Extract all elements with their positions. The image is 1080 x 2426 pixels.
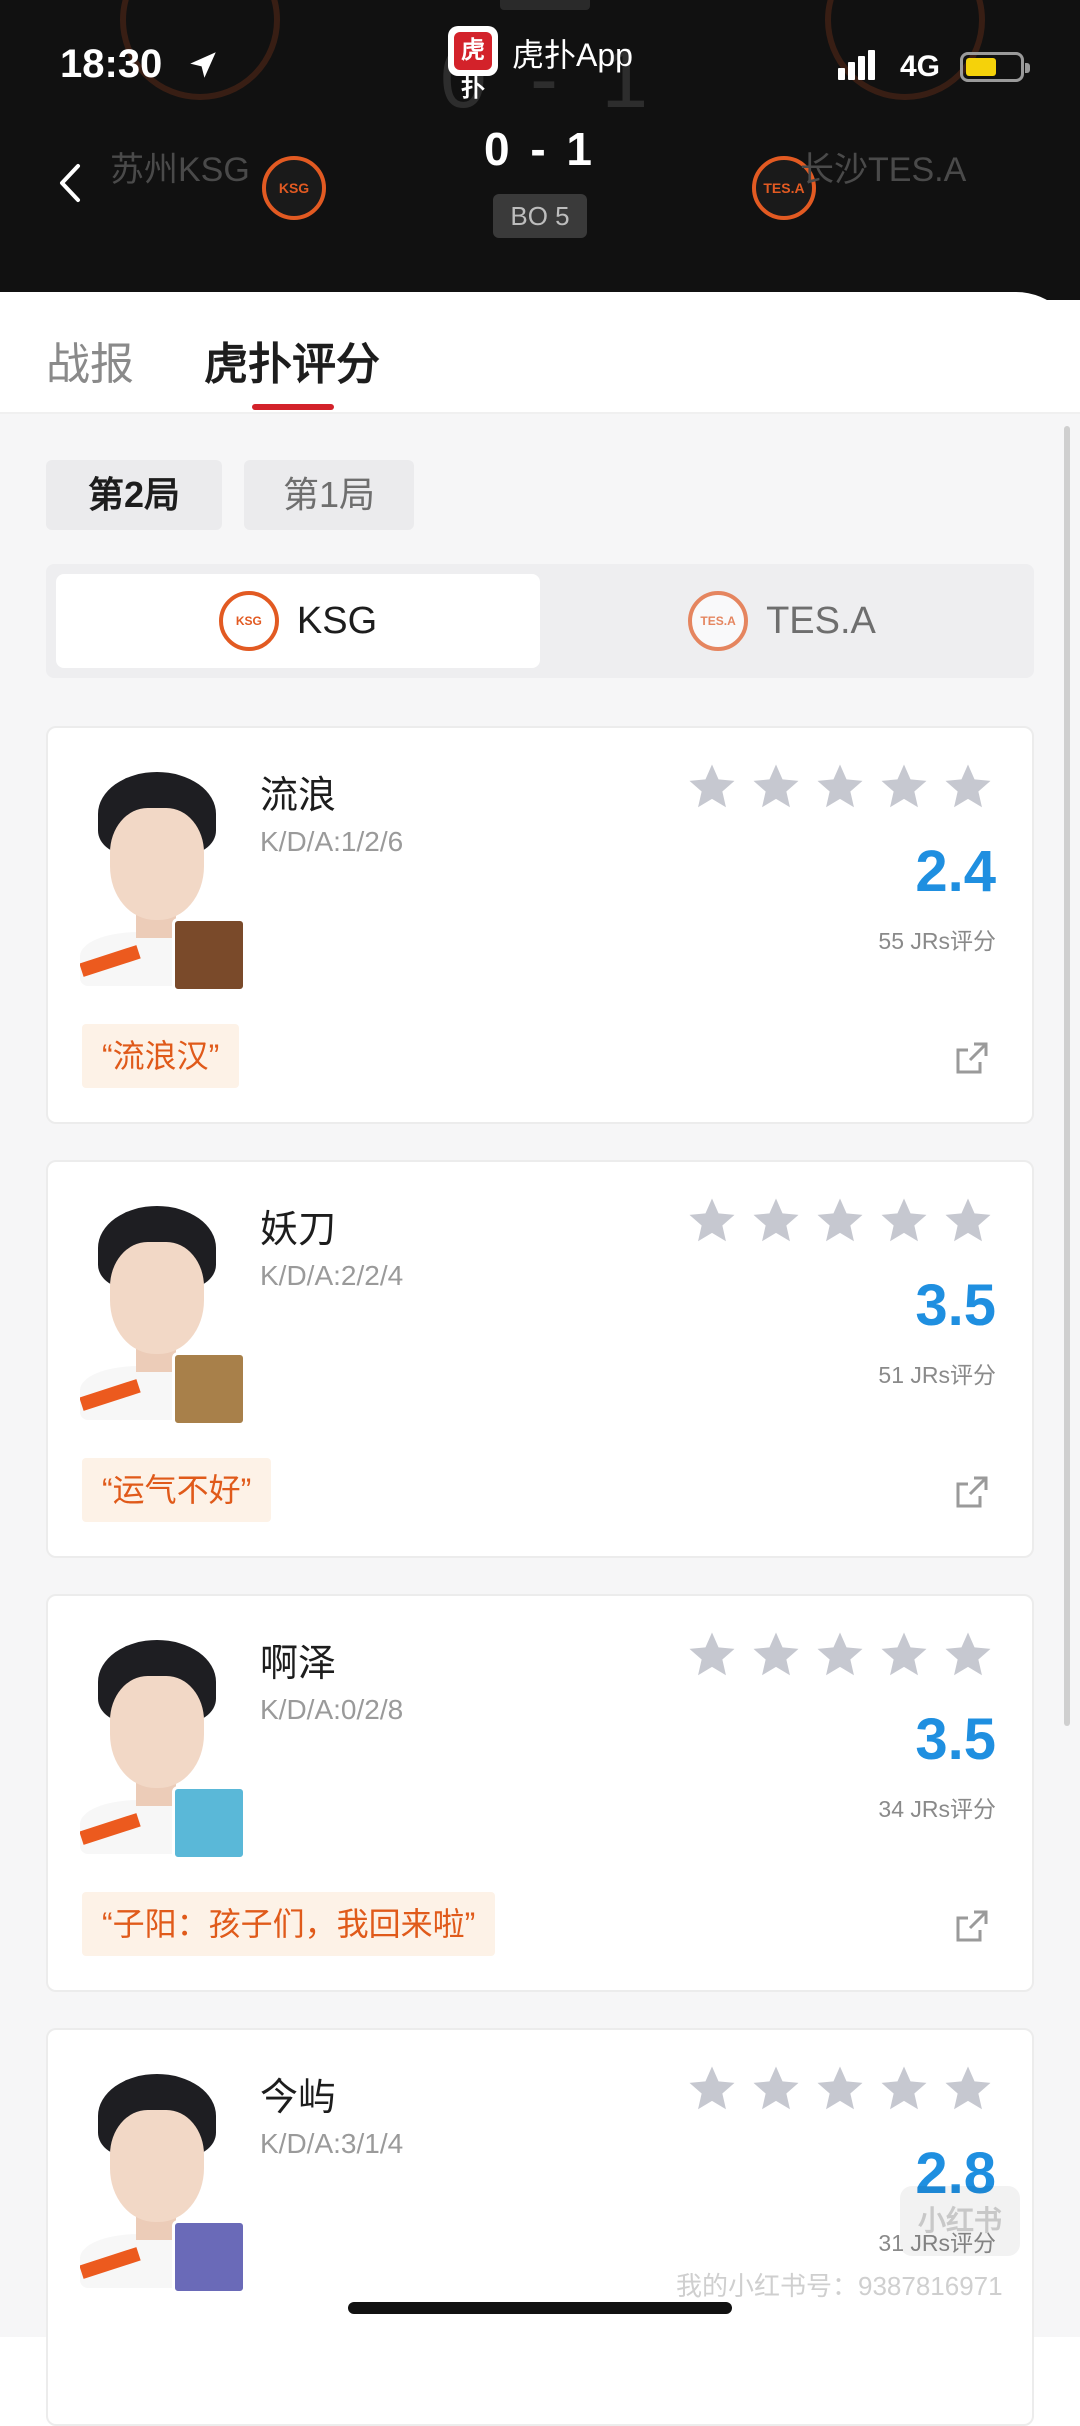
- star-icon[interactable]: [684, 2062, 740, 2116]
- hupu-app-icon[interactable]: 虎扑: [448, 26, 498, 102]
- player-kda: K/D/A:3/1/4: [260, 2128, 404, 2159]
- star-icon[interactable]: [684, 1194, 740, 1248]
- star-icon[interactable]: [748, 1628, 804, 1682]
- network-type: 4G: [900, 50, 941, 83]
- star-icon[interactable]: [876, 760, 932, 814]
- share-icon[interactable]: [952, 1472, 992, 1512]
- ghost-bo-badge: [500, 0, 590, 10]
- home-indicator[interactable]: [348, 2302, 732, 2314]
- player-card[interactable]: 妖刀 K/D/A:2/2/4 3.5 51 JRs评分 “运气不好”: [46, 1160, 1034, 1558]
- rating-sheet: 战报 虎扑评分 第2局 第1局 KSG KSG TES.A TES.A 流浪 K…: [0, 292, 1080, 2426]
- player-comment: “子阳：孩子们，我回来啦”: [82, 1892, 496, 1956]
- player-comment: “运气不好”: [82, 1458, 272, 1522]
- star-icon[interactable]: [876, 1194, 932, 1248]
- player-card[interactable]: 流浪 K/D/A:1/2/6 2.4 55 JRs评分 “流浪汉”: [46, 726, 1034, 1124]
- app-badge-text: 虎扑: [454, 32, 492, 102]
- signal-icon: [838, 50, 878, 85]
- star-icon[interactable]: [812, 760, 868, 814]
- back-button[interactable]: [50, 158, 90, 208]
- vote-count: 55 JRs评分: [878, 928, 996, 954]
- team-option-label: KSG: [296, 599, 378, 642]
- team-option-tes[interactable]: TES.A TES.A: [540, 574, 1024, 668]
- star-icon[interactable]: [876, 2062, 932, 2116]
- location-arrow-icon: [190, 52, 216, 78]
- star-icon[interactable]: [940, 2062, 996, 2116]
- star-icon[interactable]: [812, 1628, 868, 1682]
- hero-icon: [172, 918, 246, 992]
- team-switch: KSG KSG TES.A TES.A: [46, 564, 1034, 678]
- scrollbar[interactable]: [1064, 426, 1070, 1726]
- star-icon[interactable]: [940, 1194, 996, 1248]
- vote-count: 34 JRs评分: [878, 1796, 996, 1822]
- rating-stars[interactable]: [684, 2062, 996, 2116]
- star-icon[interactable]: [684, 1628, 740, 1682]
- star-icon[interactable]: [684, 760, 740, 814]
- share-icon[interactable]: [952, 1906, 992, 1946]
- player-kda: K/D/A:0/2/8: [260, 1694, 404, 1725]
- ksg-logo-icon: KSG: [262, 156, 326, 220]
- active-tab-indicator: [252, 404, 334, 410]
- player-comment: “流浪汉”: [82, 1024, 240, 1088]
- rating-content: 第2局 第1局 KSG KSG TES.A TES.A 流浪 K/D/A:1/2…: [0, 414, 1080, 2426]
- star-icon[interactable]: [748, 760, 804, 814]
- player-rating: 3.5: [915, 1273, 996, 1338]
- rating-stars[interactable]: [684, 760, 996, 814]
- team-option-label: TES.A: [766, 599, 876, 642]
- tab-bar: 战报 虎扑评分: [0, 292, 1080, 414]
- star-icon[interactable]: [748, 1194, 804, 1248]
- vote-count: 51 JRs评分: [878, 1362, 996, 1388]
- team-option-ksg[interactable]: KSG KSG: [56, 574, 540, 668]
- battery-icon: [960, 52, 1030, 82]
- away-team-name: 长沙TES.A: [800, 151, 967, 189]
- game-chip-1[interactable]: 第1局: [244, 460, 414, 530]
- player-name: 妖刀: [260, 1209, 337, 1251]
- star-icon[interactable]: [940, 760, 996, 814]
- player-rating: 3.5: [915, 1707, 996, 1772]
- match-score: 0 - 1: [483, 123, 597, 175]
- watermark-logo: 小红书: [900, 2186, 1020, 2256]
- player-rating: 2.4: [915, 839, 996, 904]
- ksg-logo-icon: KSG: [218, 591, 279, 651]
- game-chip-2[interactable]: 第2局: [46, 460, 222, 530]
- player-kda: K/D/A:1/2/6: [260, 826, 404, 857]
- player-card[interactable]: 啊泽 K/D/A:0/2/8 3.5 34 JRs评分 “子阳：孩子们，我回来啦…: [46, 1594, 1034, 1992]
- rating-stars[interactable]: [684, 1194, 996, 1248]
- hero-icon: [172, 1352, 246, 1426]
- tab-hupu-rating[interactable]: 虎扑评分: [204, 328, 380, 392]
- player-name: 啊泽: [260, 1643, 337, 1685]
- watermark-text: 我的小红书号：9387816971: [676, 2271, 1003, 2301]
- player-name: 今屿: [260, 2077, 337, 2119]
- star-icon[interactable]: [812, 1194, 868, 1248]
- star-icon[interactable]: [940, 1628, 996, 1682]
- app-name[interactable]: 虎扑App: [512, 30, 633, 76]
- hero-icon: [172, 2220, 246, 2294]
- player-card[interactable]: 今屿 K/D/A:3/1/4 2.8 31 JRs评分: [46, 2028, 1034, 2426]
- status-time: 18:30: [60, 42, 163, 86]
- player-name: 流浪: [260, 775, 337, 817]
- share-icon[interactable]: [952, 1038, 992, 1078]
- star-icon[interactable]: [812, 2062, 868, 2116]
- rating-stars[interactable]: [684, 1628, 996, 1682]
- tes-logo-icon: TES.A: [688, 591, 749, 651]
- hero-icon: [172, 1786, 246, 1860]
- tab-report[interactable]: 战报: [46, 328, 134, 392]
- bo-format-badge: BO 5: [493, 194, 587, 238]
- star-icon[interactable]: [748, 2062, 804, 2116]
- home-team-name: 苏州KSG: [110, 151, 250, 189]
- star-icon[interactable]: [876, 1628, 932, 1682]
- match-header: 0 - 1 18:30 4G 虎扑 虎扑App 苏州KSG KSG 0 - 1 …: [0, 0, 1080, 300]
- player-kda: K/D/A:2/2/4: [260, 1260, 404, 1291]
